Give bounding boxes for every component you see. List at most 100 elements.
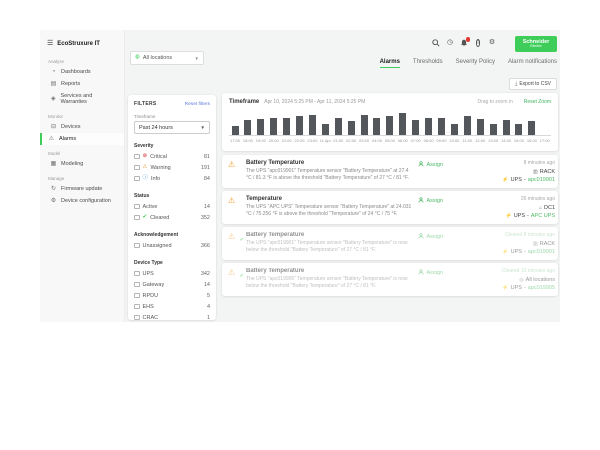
sidebar-item-firmware-update[interactable]: ↻Firmware update xyxy=(40,183,124,195)
location-selector[interactable]: ◍ All locations ▼ xyxy=(130,51,204,65)
export-csv-button[interactable]: ⤓ Export to CSV xyxy=(509,78,557,90)
tab-alarm-notifications[interactable]: Alarm notifications xyxy=(508,59,557,68)
chart-bar xyxy=(399,113,406,136)
alarm-location[interactable]: ▥RACK xyxy=(533,169,555,175)
alarm-list: ⚠Battery TemperatureThe UPS "apc019901" … xyxy=(222,155,558,296)
alarm-device-type: UPS xyxy=(511,285,522,291)
alarm-device-name-link[interactable]: APC UPS xyxy=(531,213,555,219)
sidebar-section-label: Monitor xyxy=(40,108,124,121)
alarm-device-type: UPS xyxy=(511,177,522,183)
checkbox[interactable] xyxy=(134,293,140,299)
alarm-location[interactable]: ▥RACK xyxy=(533,241,555,247)
chevron-down-icon: ▼ xyxy=(201,125,205,130)
chart-bar xyxy=(503,120,510,135)
chart-tick-label: 11 Apr xyxy=(319,138,331,143)
settings-gear-icon[interactable]: ⚙ xyxy=(488,39,496,47)
tab-thresholds[interactable]: Thresholds xyxy=(413,59,443,68)
checkbox[interactable] xyxy=(134,315,140,320)
chart-x-axis: 17:0018:0019:0020:0021:0022:0023:0011 Ap… xyxy=(229,138,551,143)
reset-zoom-link[interactable]: Reset Zoom xyxy=(524,99,551,105)
chart-bar xyxy=(244,120,251,135)
chart-bar xyxy=(477,119,484,135)
alarm-device-separator: - xyxy=(524,177,526,183)
filter-option-label: Critical xyxy=(150,154,167,160)
chart-bar xyxy=(361,115,368,135)
chart-bar-slot xyxy=(513,124,525,135)
help-icon[interactable]: ? xyxy=(474,39,482,47)
chart-drag-zoom-area[interactable] xyxy=(229,110,551,136)
assign-button[interactable]: Assign xyxy=(418,269,443,277)
timeframe-filter-select[interactable]: Past 24 hours ▼ xyxy=(134,121,210,134)
cleared-warning-icon: ⚠✔ xyxy=(228,232,242,241)
alarm-location[interactable]: ⌂DC1 xyxy=(539,205,555,211)
sidebar-item-label: Modeling xyxy=(61,161,83,167)
sidebar-item-devices[interactable]: ⊟Devices xyxy=(40,121,124,133)
chart-tick-label: 21:00 xyxy=(281,138,293,143)
history-icon[interactable]: ◷ xyxy=(446,39,454,47)
alarm-description: The UPS "apc019905" Temperature sensor "… xyxy=(246,276,414,291)
checkbox[interactable] xyxy=(134,165,140,171)
checkbox[interactable] xyxy=(134,204,140,210)
reset-filters-link[interactable]: Reset filters xyxy=(185,102,210,107)
alarm-text: Battery TemperatureThe UPS "apc019905" T… xyxy=(246,268,414,291)
filter-option-label: Unassigned xyxy=(143,243,172,249)
sidebar-item-modeling[interactable]: ▦Modeling xyxy=(40,158,124,170)
sidebar-item-alarms[interactable]: ⚠Alarms xyxy=(40,133,124,145)
chart-tick-label: 06:00 xyxy=(397,138,409,143)
timeframe-range: Apr 10, 2024 5:25 PM - Apr 11, 2024 5:25… xyxy=(264,99,365,105)
filter-option-count: 191 xyxy=(201,165,210,171)
checkbox[interactable] xyxy=(134,215,140,221)
tab-alarms[interactable]: Alarms xyxy=(380,59,400,68)
alarm-device-name-link[interactable]: apc019901 xyxy=(528,249,555,255)
tab-severity-policy[interactable]: Severity Policy xyxy=(456,59,495,68)
notifications-bell-icon[interactable] xyxy=(460,39,468,47)
chart-bar-slot xyxy=(345,121,357,135)
alarm-device: ⚡UPS-apc019901 xyxy=(502,249,555,255)
alarm-card: ⚠TemperatureThe UPS "APC UPS" Temperatur… xyxy=(222,191,558,224)
check-icon: ✔ xyxy=(240,274,244,279)
chart-bar-slot xyxy=(268,118,280,136)
app-logo: ☰ EcoStruxure IT xyxy=(40,38,124,53)
assign-button[interactable]: Assign xyxy=(418,161,443,169)
alarm-meta: Cleared 8 minutes ago▥RACK⚡UPS-apc019901 xyxy=(447,232,555,255)
avatar[interactable] xyxy=(502,39,510,47)
checkbox[interactable] xyxy=(134,282,140,288)
chart-tick-label: 01:00 xyxy=(332,138,344,143)
chart-tick-label: 20:00 xyxy=(268,138,280,143)
alarm-device-name-link[interactable]: apc019905 xyxy=(528,285,555,291)
chart-bar xyxy=(490,124,497,135)
chart-bar xyxy=(373,118,380,136)
search-icon[interactable] xyxy=(432,39,440,47)
alarm-location[interactable]: ◎All locations xyxy=(519,277,555,283)
assign-button[interactable]: Assign xyxy=(418,233,443,241)
sidebar-item-services-and-warranties[interactable]: ◈Services and Warranties xyxy=(40,90,124,108)
filter-option-label: Warning xyxy=(150,165,170,171)
checkbox[interactable] xyxy=(134,304,140,310)
sidebar-item-reports[interactable]: ▤Reports xyxy=(40,78,124,90)
alarm-device: ⚡UPS-APC UPS xyxy=(505,213,555,219)
filter-group-label: Status xyxy=(134,193,210,199)
sidebar-item-device-configuration[interactable]: ⚙Device configuration xyxy=(40,195,124,207)
schneider-electric-logo[interactable]: Schneider Electric xyxy=(515,36,557,52)
alarm-time: 26 minutes ago xyxy=(521,196,555,202)
chart-bar-slot xyxy=(448,124,460,135)
chart-bar xyxy=(270,118,277,136)
critical-icon: ⊗ xyxy=(143,154,148,160)
assign-button[interactable]: Assign xyxy=(418,197,443,205)
chart-tick-label: 16:00 xyxy=(526,138,538,143)
checkbox[interactable] xyxy=(134,154,140,160)
chart-bar-slot xyxy=(410,120,422,135)
chart-bar-slot xyxy=(229,126,241,135)
alarm-device-name-link[interactable]: apc019901 xyxy=(528,177,555,183)
alarm-location-label: RACK xyxy=(540,169,555,175)
sidebar-item-dashboards[interactable]: ◔Dashboards xyxy=(40,66,124,78)
filters-title: FILTERS xyxy=(134,101,157,107)
checkbox[interactable] xyxy=(134,271,140,277)
chart-bar xyxy=(412,120,419,135)
checkbox[interactable] xyxy=(134,176,140,182)
alarm-text: TemperatureThe UPS "APC UPS" Temperature… xyxy=(246,196,414,219)
alarm-device-separator: - xyxy=(527,213,529,219)
chart-bar-slot xyxy=(358,115,370,135)
checkbox[interactable] xyxy=(134,243,140,249)
hamburger-menu-icon[interactable]: ☰ xyxy=(47,40,53,47)
